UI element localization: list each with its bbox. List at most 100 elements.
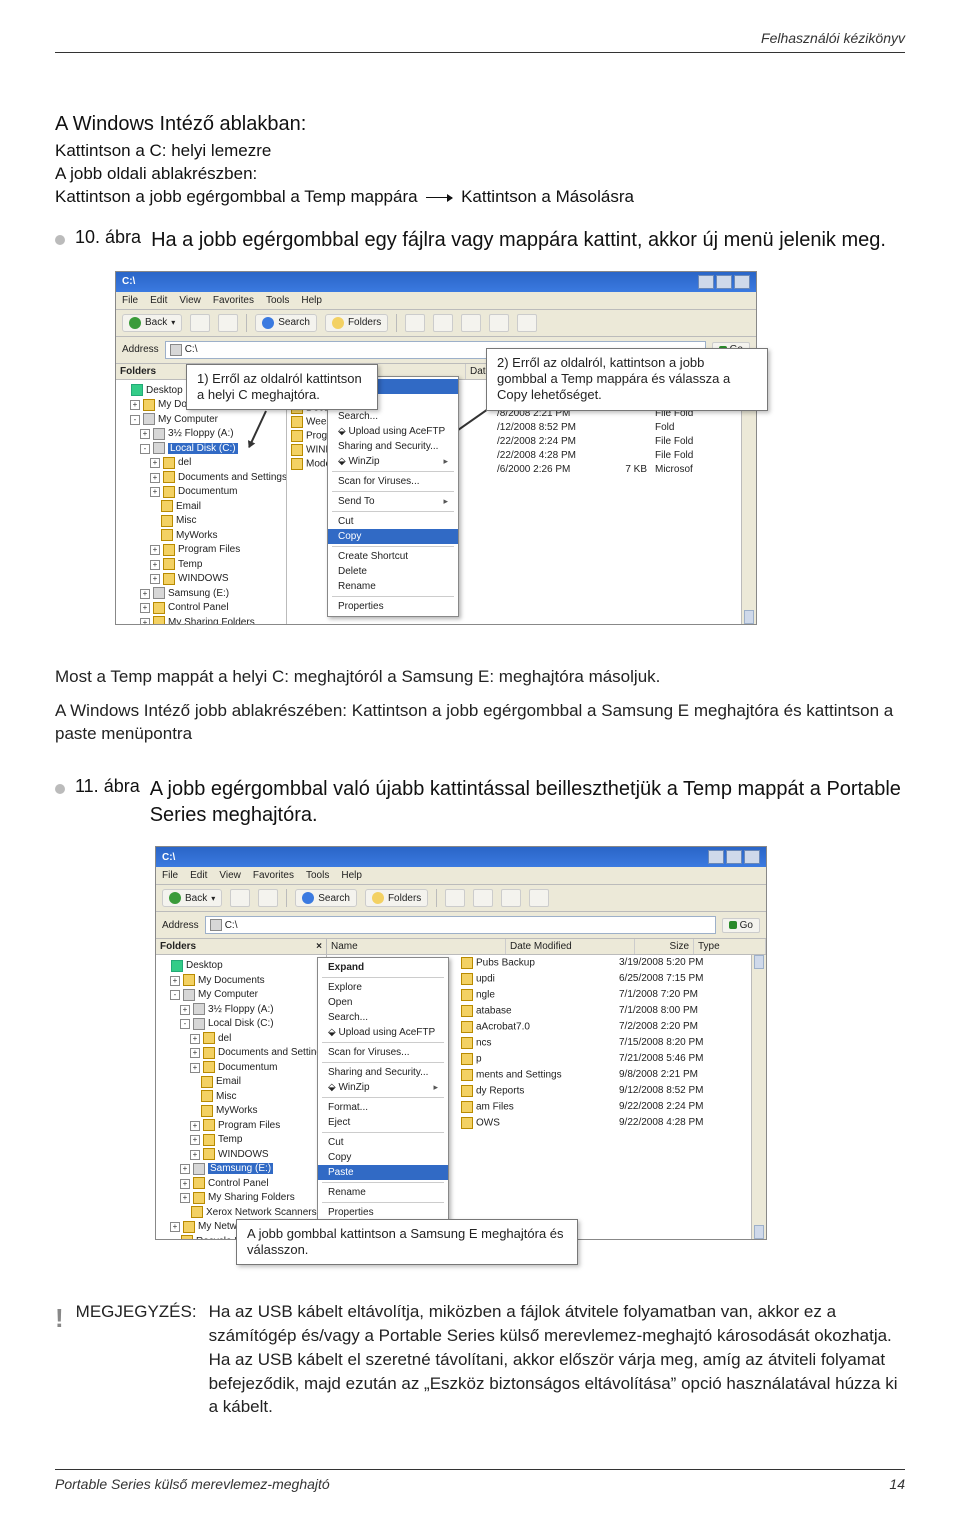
context-menu-item[interactable]: ⬙ WinZip [328, 454, 458, 469]
context-menu-item[interactable]: Sharing and Security... [318, 1065, 448, 1080]
toolbar-icon[interactable] [473, 889, 493, 907]
table-row[interactable]: ments and Settings9/8/2008 2:21 PM [457, 1067, 752, 1083]
col-size[interactable]: Size [635, 939, 694, 954]
maximize-icon[interactable] [716, 275, 732, 289]
close-icon[interactable] [734, 275, 750, 289]
tree-item[interactable]: +My Sharing Folders [160, 1191, 322, 1206]
vertical-scrollbar[interactable] [741, 380, 756, 624]
tree-item[interactable]: +Control Panel [160, 1177, 322, 1192]
go-button[interactable]: Go [722, 918, 760, 933]
menu-item[interactable]: Edit [190, 870, 207, 881]
tree-item[interactable]: Misc [160, 1090, 322, 1105]
tree-item[interactable]: +Samsung (E:) [120, 587, 282, 602]
up-button[interactable] [218, 314, 238, 332]
menu-item[interactable]: Edit [150, 295, 167, 306]
context-menu-item[interactable]: Expand [318, 960, 448, 975]
table-row[interactable]: OWS9/22/2008 4:28 PM [457, 1115, 752, 1131]
toolbar-icon[interactable] [405, 314, 425, 332]
menu-item[interactable]: Help [341, 870, 362, 881]
menu-item[interactable]: Tools [266, 295, 289, 306]
maximize-icon[interactable] [726, 850, 742, 864]
tree-item[interactable]: +My Sharing Folders [120, 616, 282, 624]
folders-pane-close-icon[interactable]: × [316, 941, 322, 952]
context-menu-item[interactable]: Cut [318, 1135, 448, 1150]
table-row[interactable]: ncs7/15/2008 8:20 PM [457, 1035, 752, 1051]
table-row[interactable]: aAcrobat7.07/2/2008 2:20 PM [457, 1019, 752, 1035]
tree-item[interactable]: +WINDOWS [160, 1148, 322, 1163]
minimize-icon[interactable] [698, 275, 714, 289]
table-row[interactable]: p7/21/2008 5:46 PM [457, 1051, 752, 1067]
context-menu-item[interactable]: ⬙ Upload using AceFTP [318, 1025, 448, 1040]
tree-item[interactable]: Email [120, 500, 282, 515]
context-menu-item[interactable]: Properties [328, 599, 458, 614]
tree-item[interactable]: +My Documents [160, 974, 322, 989]
delete-icon[interactable] [461, 314, 481, 332]
address-input[interactable]: C:\ [205, 916, 716, 934]
tree-item[interactable]: +3½ Floppy (A:) [160, 1003, 322, 1018]
views-icon[interactable] [517, 314, 537, 332]
undo-icon[interactable] [489, 314, 509, 332]
tree-item[interactable]: MyWorks [120, 529, 282, 544]
menu-item[interactable]: Favorites [253, 870, 294, 881]
tree-item[interactable]: +Program Files [120, 543, 282, 558]
tree-item[interactable]: +del [160, 1032, 322, 1047]
toolbar-icon[interactable] [433, 314, 453, 332]
tree-item[interactable]: +Program Files [160, 1119, 322, 1134]
table-row[interactable]: am Files9/22/2008 2:24 PM [457, 1099, 752, 1115]
vertical-scrollbar[interactable] [751, 955, 766, 1239]
context-menu-item[interactable]: Search... [328, 409, 458, 424]
context-menu-item[interactable]: Paste [318, 1165, 448, 1180]
menu-item[interactable]: View [179, 295, 201, 306]
context-menu-item[interactable]: Explore [318, 980, 448, 995]
minimize-icon[interactable] [708, 850, 724, 864]
tree-item[interactable]: +Samsung (E:) [160, 1162, 322, 1177]
context-menu-item[interactable]: Rename [328, 579, 458, 594]
toolbar-icon[interactable] [445, 889, 465, 907]
tree-item[interactable]: +Temp [120, 558, 282, 573]
table-row[interactable]: atabase7/1/2008 8:00 PM [457, 1003, 752, 1019]
up-button[interactable] [258, 889, 278, 907]
menu-item[interactable]: Favorites [213, 295, 254, 306]
close-icon[interactable] [744, 850, 760, 864]
tree-item[interactable]: Email [160, 1075, 322, 1090]
context-menu-item[interactable]: ⬙ Upload using AceFTP [328, 424, 458, 439]
context-menu-item[interactable]: Sharing and Security... [328, 439, 458, 454]
menu-item[interactable]: File [122, 295, 138, 306]
search-button[interactable]: Search [255, 314, 317, 332]
views-icon[interactable] [529, 889, 549, 907]
context-menu-item[interactable]: Search... [318, 1010, 448, 1025]
tree-item[interactable]: +Documents and Settings [160, 1046, 322, 1061]
tree-item[interactable]: -My Computer [160, 988, 322, 1003]
context-menu-item[interactable]: Delete [328, 564, 458, 579]
context-menu-item[interactable]: ⬙ WinZip [318, 1080, 448, 1095]
tree-item[interactable]: +WINDOWS [120, 572, 282, 587]
col-name[interactable]: Name [327, 939, 506, 954]
menu-item[interactable]: File [162, 870, 178, 881]
back-button[interactable]: Back▾ [122, 314, 182, 332]
menu-item[interactable]: View [219, 870, 241, 881]
context-menu-item[interactable]: Format... [318, 1100, 448, 1115]
back-button[interactable]: Back▾ [162, 889, 222, 907]
folders-button[interactable]: Folders [365, 889, 428, 907]
tree-item[interactable]: +Documentum [160, 1061, 322, 1076]
search-button[interactable]: Search [295, 889, 357, 907]
table-row[interactable]: updi6/25/2008 7:15 PM [457, 971, 752, 987]
tree-item[interactable]: -Local Disk (C:) [160, 1017, 322, 1032]
table-row[interactable]: dy Reports9/12/2008 8:52 PM [457, 1083, 752, 1099]
tree-item[interactable]: Desktop [160, 959, 322, 974]
tree-item[interactable]: -Local Disk (C:) [120, 442, 282, 457]
context-menu-item[interactable]: Send To [328, 494, 458, 509]
toolbar-icon[interactable] [501, 889, 521, 907]
folders-button[interactable]: Folders [325, 314, 388, 332]
context-menu-item[interactable]: Eject [318, 1115, 448, 1130]
context-menu-item[interactable]: Open [318, 995, 448, 1010]
forward-button[interactable] [230, 889, 250, 907]
table-row[interactable]: ngle7/1/2008 7:20 PM [457, 987, 752, 1003]
context-menu-item[interactable]: Copy [328, 529, 458, 544]
context-menu-item[interactable]: Cut [328, 514, 458, 529]
tree-item[interactable]: +Documentum [120, 485, 282, 500]
tree-item[interactable]: +Control Panel [120, 601, 282, 616]
context-menu-item[interactable]: Scan for Viruses... [328, 474, 458, 489]
col-type[interactable]: Type [694, 939, 766, 954]
context-menu-item[interactable]: Create Shortcut [328, 549, 458, 564]
